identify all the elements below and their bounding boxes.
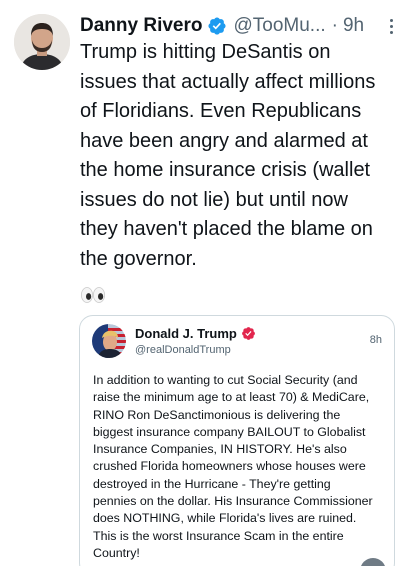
verified-badge-icon [207,16,227,36]
tweet-header: Danny Rivero @TooMu... · 9h [80,13,398,39]
author-name[interactable]: Danny Rivero [80,15,202,37]
quoted-author-name[interactable]: Donald J. Trump [135,326,237,341]
quoted-post-text: In addition to wanting to cut Social Sec… [93,373,373,560]
author-handle[interactable]: @TooMu... [233,15,325,37]
quoted-author-avatar[interactable] [92,324,126,358]
eyes-emoji-icon [80,285,106,305]
tweet-text: Trump is hitting DeSantis on issues that… [80,41,376,270]
quoted-post-card[interactable]: Donald J. Trump @realDonaldTrump 8h In a… [79,315,395,566]
quoted-name-row: Donald J. Trump [135,326,256,341]
quoted-timestamp[interactable]: 8h [370,334,382,346]
quoted-author-handle[interactable]: @realDonaldTrump [135,344,231,356]
tweet-timestamp[interactable]: 9h [343,15,364,37]
separator-dot: · [331,15,338,36]
more-options-icon[interactable] [384,16,398,36]
author-avatar-image [14,14,70,70]
quoted-verified-badge-icon [241,326,256,341]
author-avatar[interactable] [14,14,70,70]
